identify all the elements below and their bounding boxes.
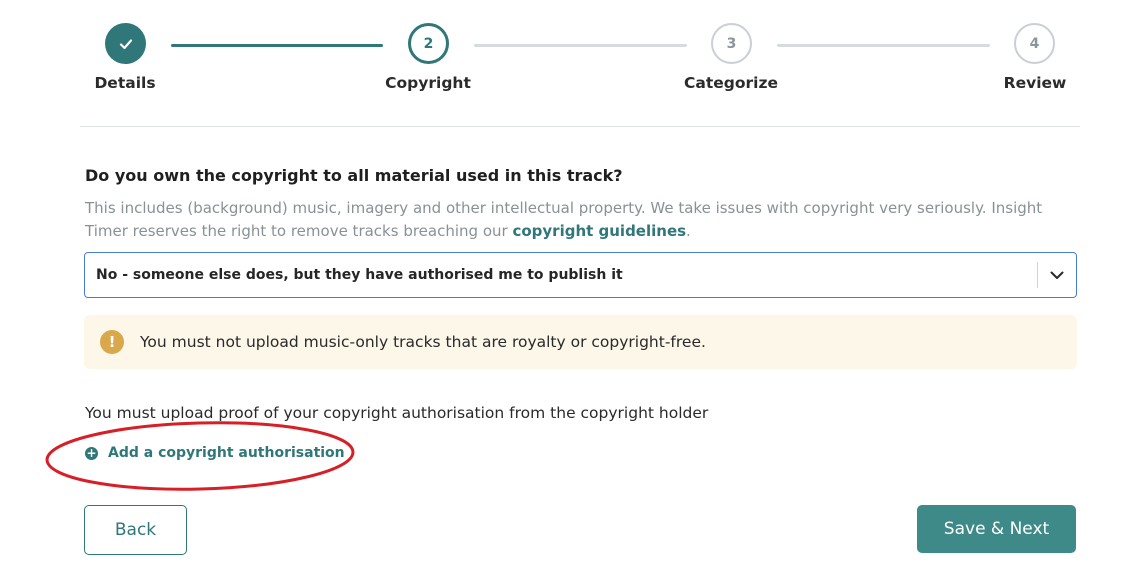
- exclamation-icon: !: [100, 330, 124, 354]
- progress-stepper: 2 3 4 Details Copyright Categorize Revie…: [0, 0, 1129, 128]
- step-details-circle[interactable]: [105, 23, 146, 64]
- add-link-label: Add a copyright authorisation: [108, 445, 345, 461]
- chevron-down-icon[interactable]: [1038, 253, 1076, 297]
- warning-text: You must not upload music-only tracks th…: [140, 333, 706, 351]
- stepper-divider: [80, 126, 1080, 127]
- back-button[interactable]: Back: [84, 505, 187, 555]
- step-number: 4: [1029, 35, 1040, 52]
- step-label-copyright: Copyright: [385, 74, 471, 92]
- step-connector-1: [171, 44, 383, 47]
- step-number: 3: [726, 35, 737, 52]
- royalty-free-warning: ! You must not upload music-only tracks …: [84, 315, 1077, 369]
- step-label-review: Review: [1003, 74, 1067, 92]
- step-number: 2: [423, 35, 434, 52]
- checkmark-icon: [119, 38, 132, 49]
- add-copyright-authorisation-link[interactable]: + Add a copyright authorisation: [85, 445, 345, 461]
- step-categorize-circle[interactable]: 3: [711, 23, 752, 64]
- select-value: No - someone else does, but they have au…: [96, 267, 623, 283]
- step-review-circle[interactable]: 4: [1014, 23, 1055, 64]
- step-label-details: Details: [94, 74, 156, 92]
- plus-circle-icon: +: [85, 446, 98, 460]
- step-connector-2: [474, 44, 687, 47]
- helper-suffix: .: [686, 222, 691, 240]
- step-connector-3: [777, 44, 990, 47]
- upload-instruction: You must upload proof of your copyright …: [85, 404, 709, 422]
- copyright-ownership-select[interactable]: No - someone else does, but they have au…: [84, 252, 1077, 298]
- step-label-categorize: Categorize: [684, 74, 778, 92]
- copyright-guidelines-link[interactable]: copyright guidelines: [512, 222, 686, 240]
- save-and-next-button[interactable]: Save & Next: [917, 505, 1076, 553]
- step-copyright-circle[interactable]: 2: [408, 23, 449, 64]
- copyright-question: Do you own the copyright to all material…: [85, 166, 623, 185]
- copyright-helper-text: This includes (background) music, imager…: [85, 197, 1065, 243]
